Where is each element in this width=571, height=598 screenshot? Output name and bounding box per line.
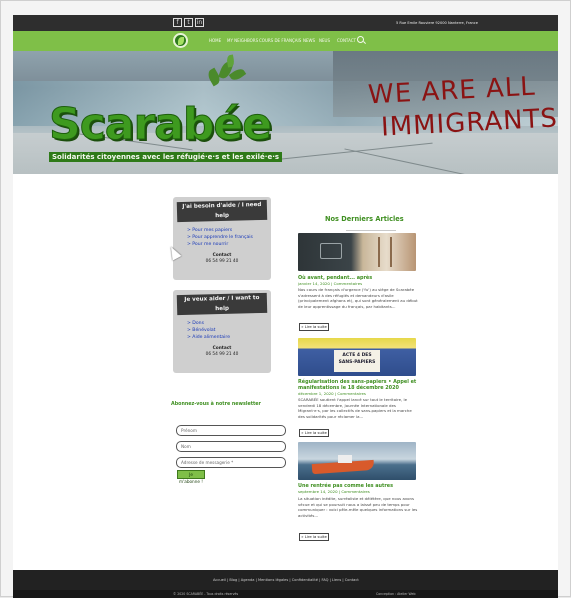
prenom-field[interactable]: Prénom (176, 425, 286, 436)
need-help-title: J'ai besoin d'aide / I need help (176, 199, 268, 223)
need-help-box: J'ai besoin d'aide / I need help > Pour … (173, 197, 271, 280)
nav-cours-francais[interactable]: COURS DE FRANÇAIS (259, 37, 301, 45)
twitter-icon[interactable]: t (184, 18, 193, 27)
email-field[interactable]: Adresse de messagerie * (176, 457, 286, 468)
article-1-more-button[interactable]: » Lire la suite (299, 323, 329, 331)
brand-logotype: Scarabée (48, 99, 272, 150)
link-aide-alimentaire[interactable]: > Aide alimentaire (187, 334, 230, 341)
article-1-excerpt: Nos cours de français d'urgence ('fu') a… (298, 287, 418, 309)
article-3-more-button[interactable]: » Lire la suite (299, 533, 329, 541)
nav-contact[interactable]: CONTACT (337, 37, 356, 45)
top-bar: f t in 5 Rue Emile Rouviere 92000 Nanter… (13, 15, 558, 31)
flyer-text: ACTE 4 DES SANS-PAPIERS (334, 350, 380, 372)
article-2-meta: décembre 1, 2020 | Commentaires (298, 391, 366, 396)
articles-heading: Nos Derniers Articles (325, 215, 404, 223)
article-2-excerpt: SCARABÉE soutient l'appel lancé sur tout… (298, 397, 412, 419)
linkedin-icon[interactable]: in (195, 18, 204, 27)
plant-image (203, 54, 258, 95)
article-1-meta: janvier 14, 2020 | Commentaires (298, 281, 363, 286)
nav-home[interactable]: HOME (209, 37, 221, 45)
article-3-image[interactable] (298, 442, 416, 480)
nav-my-neighbors[interactable]: MY NEIGHBORS (227, 37, 258, 45)
article-2-image[interactable]: ACTE 4 DES SANS-PAPIERS (298, 338, 416, 376)
nom-field[interactable]: Nom (176, 441, 286, 452)
address-text: 5 Rue Emile Rouviere 92000 Nanterre, Fra… (395, 21, 478, 25)
search-icon[interactable] (357, 36, 364, 43)
nav-news[interactable]: NEWS (303, 37, 315, 45)
article-3-meta: septembre 14, 2020 | Commentaires (298, 489, 370, 494)
newsletter-title: Abonnez-vous à notre newsletter (171, 402, 261, 407)
article-3-excerpt: La situation inédite, surréaliste et dél… (298, 496, 418, 518)
hero-banner: Scarabée Solidarités citoyennes avec les… (13, 51, 558, 174)
article-1-image[interactable] (298, 233, 416, 271)
webpage: f t in 5 Rue Emile Rouviere 92000 Nanter… (13, 15, 558, 598)
hero-tagline: Solidarités citoyennes avec les réfugié·… (49, 152, 283, 162)
leaf-icon (178, 37, 184, 45)
site-logo[interactable] (173, 33, 188, 48)
help-contact-phone[interactable]: 06 54 99 21 40 (173, 259, 271, 265)
heading-divider (346, 230, 396, 231)
browser-frame: f t in 5 Rue Emile Rouviere 92000 Nanter… (0, 0, 571, 598)
want-help-title: Je veux aider / I want to help (176, 292, 268, 316)
facebook-icon[interactable]: f (173, 18, 182, 27)
footer-copyright: © 2020 SCARABÉE - Tous droits réservés (173, 592, 239, 596)
link-dons[interactable]: > Dons (187, 320, 204, 327)
link-nourrir[interactable]: > Pour me nourrir (187, 241, 228, 248)
help2-contact-phone[interactable]: 06 54 99 21 40 (173, 352, 271, 358)
footer-links[interactable]: Accueil | Blog | Agenda | Mentions légal… (213, 577, 373, 583)
want-help-box: Je veux aider / I want to help > Dons > … (173, 290, 271, 373)
link-francais[interactable]: > Pour apprendre le français (187, 234, 253, 241)
footer-links-bar: Accueil | Blog | Agenda | Mentions légal… (13, 570, 558, 590)
main-nav: HOME MY NEIGHBORS COURS DE FRANÇAIS NEWS… (13, 31, 558, 51)
link-benevolat[interactable]: > Bénévolat (187, 327, 215, 334)
article-2-title[interactable]: Régularisation des sans-papiers • Appel … (298, 379, 418, 391)
footer-design-credit: Conception : Atelier Web (376, 592, 416, 596)
subscribe-button[interactable]: Je m'abonne ! (177, 470, 205, 484)
nav-neus[interactable]: NEUS (319, 37, 330, 45)
article-2-more-button[interactable]: » Lire la suite (299, 429, 329, 437)
link-papiers[interactable]: > Pour mes papiers (187, 227, 232, 234)
